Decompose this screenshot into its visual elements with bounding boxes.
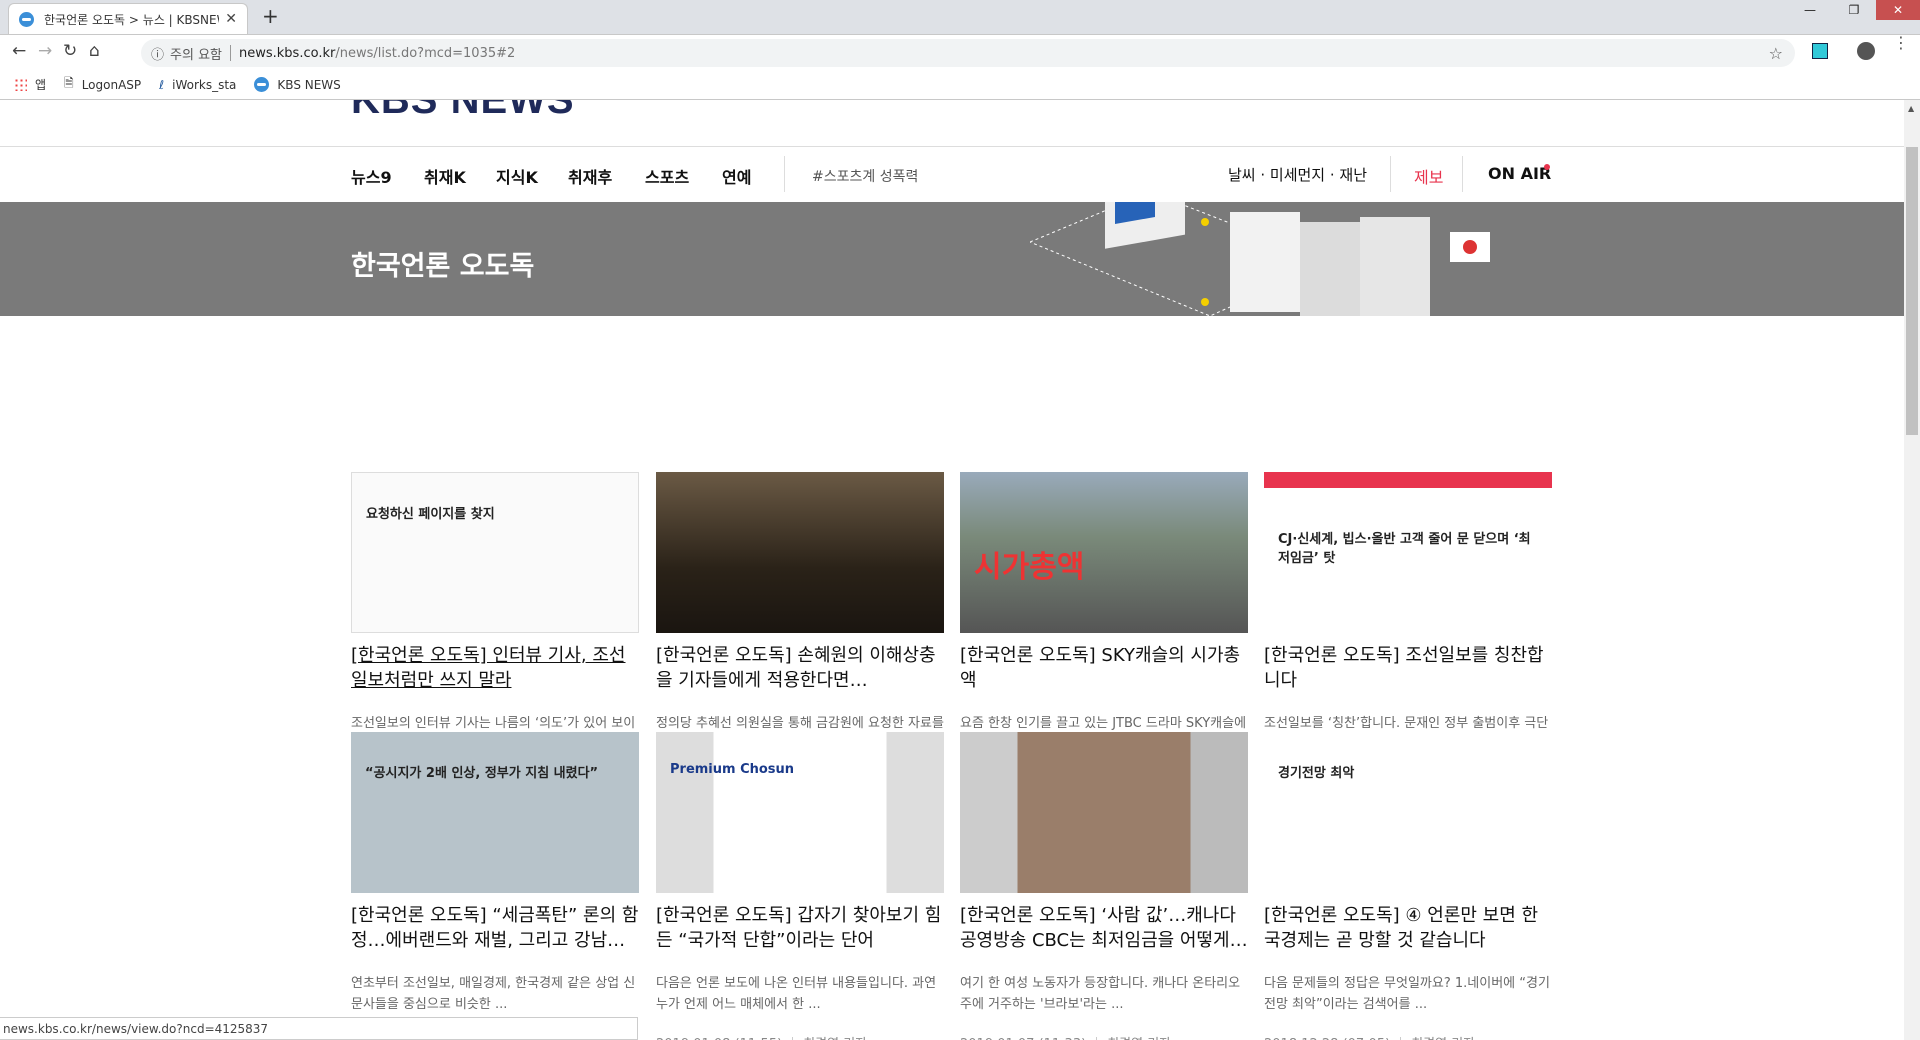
thumbnail-text: 경기전망 최악 <box>1278 766 1355 781</box>
article-meta: 2019.01.08 (11:55)최경영 기자 <box>656 1033 944 1040</box>
extension-icon[interactable] <box>1812 43 1828 59</box>
close-tab-icon[interactable]: ✕ <box>225 11 237 27</box>
vertical-scrollbar[interactable]: ▲ <box>1904 100 1920 1040</box>
url-path: /news/list.do?mcd=1035#2 <box>335 45 516 61</box>
article-thumbnail[interactable]: 요청하신 페이지를 찾지 <box>351 472 639 633</box>
article-summary: 연초부터 조선일보, 매일경제, 한국경제 같은 상업 신문사들을 중심으로 비… <box>351 976 636 1012</box>
section-banner: 한국언론 오도독 <box>0 202 1904 316</box>
bookmark-apps[interactable]: 앱 <box>14 76 46 93</box>
article-summary: 여기 한 여성 노동자가 등장합니다. 캐나다 온타리오주에 거주하는 '브라보… <box>960 976 1241 1012</box>
new-tab-button[interactable]: + <box>262 4 279 28</box>
info-icon[interactable]: ⓘ <box>151 44 164 63</box>
nav-report[interactable]: 제보 <box>1414 164 1443 188</box>
section-title: 한국언론 오도독 <box>351 251 535 282</box>
forward-icon[interactable]: → <box>38 41 52 61</box>
reload-icon[interactable]: ↻ <box>63 41 77 61</box>
article-thumbnail[interactable]: “공시지가 2배 인상, 정부가 지침 내렸다” <box>351 732 639 893</box>
article-title[interactable]: [한국언론 오도독] 인터뷰 기사, 조선일보처럼만 쓰지 말라 <box>351 643 639 693</box>
article-title[interactable]: [한국언론 오도독] SKY캐슬의 시가총액 <box>960 643 1248 693</box>
minimize-icon[interactable]: — <box>1788 0 1832 20</box>
thumbnail-text: “공시지가 2배 인상, 정부가 지침 내렸다” <box>365 766 599 781</box>
article-card[interactable]: [한국언론 오도독] ‘사람 값’…캐나다 공영방송 CBC는 최저임금을 어떻… <box>960 732 1248 1040</box>
article-summary: 다음은 언론 보도에 나온 인터뷰 내용들입니다. 과연 누가 언제 어느 매체… <box>656 976 937 1012</box>
kbs-news-logo[interactable]: KBS NEWS <box>351 100 575 123</box>
bookmark-star-icon[interactable]: ☆ <box>1769 44 1783 63</box>
thumbnail-text: Premium Chosun <box>670 762 795 777</box>
kbs-favicon-icon <box>19 11 34 27</box>
security-label: 주의 요함 <box>170 47 222 63</box>
article-thumbnail[interactable]: 시가총액 <box>960 472 1248 633</box>
article-title[interactable]: [한국언론 오도독] “세금폭탄” 론의 함정…에버랜드와 재벌, 그리고 강남… <box>351 903 639 953</box>
thumbnail-text: CJ·신세계, 빕스·올반 고객 줄어 문 닫으며 ‘최저임금’ 탓 <box>1278 532 1531 566</box>
article-thumbnail[interactable] <box>656 472 944 633</box>
nav-entertainment[interactable]: 연예 <box>722 164 751 188</box>
article-thumbnail[interactable]: Premium Chosun <box>656 732 944 893</box>
nav-on-air[interactable]: ON AIR <box>1488 164 1551 183</box>
menu-icon[interactable]: ⋮ <box>1893 35 1909 51</box>
scrollbar-thumb[interactable] <box>1906 147 1918 435</box>
bookmark-label: LogonASP <box>81 77 142 92</box>
article-title[interactable]: [한국언론 오도독] 손혜원의 이해상충을 기자들에게 적용한다면… <box>656 643 944 693</box>
bookmark-label: KBS NEWS <box>277 77 341 92</box>
thumbnail-text: 시가총액 <box>974 550 1085 585</box>
scroll-up-icon[interactable]: ▲ <box>1908 104 1914 113</box>
bookmark-logonasp[interactable]: 🗎 LogonASP <box>64 74 141 95</box>
page-content: KBS NEWS 뉴스9 취재K 지식K 취재후 스포츠 연예 #스포츠계 성폭… <box>0 100 1904 1040</box>
page-icon: 🗎 <box>64 76 74 90</box>
bookmark-iworks[interactable]: ℓ iWorks_sta <box>159 78 236 92</box>
article-title[interactable]: [한국언론 오도독] ‘사람 값’…캐나다 공영방송 CBC는 최저임금을 어떻… <box>960 903 1248 953</box>
live-dot-icon <box>1544 164 1550 170</box>
nav-weather[interactable]: 날씨 · 미세먼지 · 재난 <box>1228 164 1367 185</box>
nav-chwijae-k[interactable]: 취재K <box>424 164 466 188</box>
article-thumbnail[interactable]: 경기전망 최악 <box>1264 732 1552 893</box>
article-title[interactable]: [한국언론 오도독] 갑자기 찾아보기 힘든 “국가적 단합”이라는 단어 <box>656 903 944 953</box>
address-bar[interactable]: ⓘ 주의 요함 news.kbs.co.kr /news/list.do?mcd… <box>141 39 1795 67</box>
article-meta: 2019.01.07 (11:33)최경영 기자 <box>960 1033 1248 1040</box>
iworks-icon: ℓ <box>159 77 165 92</box>
article-card[interactable]: “공시지가 2배 인상, 정부가 지침 내렸다” [한국언론 오도독] “세금폭… <box>351 732 639 1040</box>
article-card[interactable]: Premium Chosun [한국언론 오도독] 갑자기 찾아보기 힘든 “국… <box>656 732 944 1040</box>
bookmark-label: iWorks_sta <box>172 77 237 92</box>
status-bar-url: news.kbs.co.kr/news/view.do?ncd=4125837 <box>0 1017 638 1040</box>
restore-icon[interactable]: ❐ <box>1832 0 1876 20</box>
tab-strip: 한국언론 오도독 > 뉴스 | KBSNEWS ✕ + — ❐ ✕ <box>0 0 1920 34</box>
account-icon[interactable] <box>1857 42 1875 60</box>
kbs-icon <box>254 77 270 92</box>
article-thumbnail[interactable] <box>960 732 1248 893</box>
nav-chwijaehu[interactable]: 취재후 <box>568 164 612 188</box>
nav-sports[interactable]: 스포츠 <box>645 164 689 188</box>
article-thumbnail[interactable]: CJ·신세계, 빕스·올반 고객 줄어 문 닫으며 ‘최저임금’ 탓 <box>1264 472 1552 633</box>
url-host: news.kbs.co.kr <box>239 45 336 61</box>
browser-toolbar: ← → ↻ ⌂ ⓘ 주의 요함 news.kbs.co.kr /news/lis… <box>0 34 1920 70</box>
close-window-icon[interactable]: ✕ <box>1876 0 1920 20</box>
bookmarks-bar: 앱 🗎 LogonASP ℓ iWorks_sta KBS NEWS <box>0 70 1920 100</box>
news-illustration-icon <box>1030 202 1490 316</box>
article-summary: 다음 문제들의 정답은 무엇일까요? 1.네이버에 “경기전망 최악”이라는 검… <box>1264 976 1550 1012</box>
tab-title: 한국언론 오도독 > 뉴스 | KBSNEWS <box>44 12 220 27</box>
bookmark-label: 앱 <box>35 78 47 92</box>
article-title[interactable]: [한국언론 오도독] ④ 언론만 보면 한국경제는 곧 망할 것 같습니다 <box>1264 903 1552 953</box>
browser-tab[interactable]: 한국언론 오도독 > 뉴스 | KBSNEWS ✕ <box>8 3 248 34</box>
nav-jisik-k[interactable]: 지식K <box>496 164 538 188</box>
article-meta: 2018.12.28 (07:05)최경영 기자 <box>1264 1033 1552 1040</box>
back-icon[interactable]: ← <box>12 41 26 61</box>
thumbnail-text: 요청하신 페이지를 찾지 <box>366 507 495 522</box>
article-title[interactable]: [한국언론 오도독] 조선일보를 칭찬합니다 <box>1264 643 1552 693</box>
bookmark-kbs-news[interactable]: KBS NEWS <box>254 77 341 92</box>
nav-news9[interactable]: 뉴스9 <box>351 164 392 188</box>
nav-hashtag[interactable]: #스포츠계 성폭력 <box>812 166 918 186</box>
article-card[interactable]: 경기전망 최악 [한국언론 오도독] ④ 언론만 보면 한국경제는 곧 망할 것… <box>1264 732 1552 1040</box>
apps-icon <box>14 78 27 91</box>
home-icon[interactable]: ⌂ <box>89 41 100 61</box>
